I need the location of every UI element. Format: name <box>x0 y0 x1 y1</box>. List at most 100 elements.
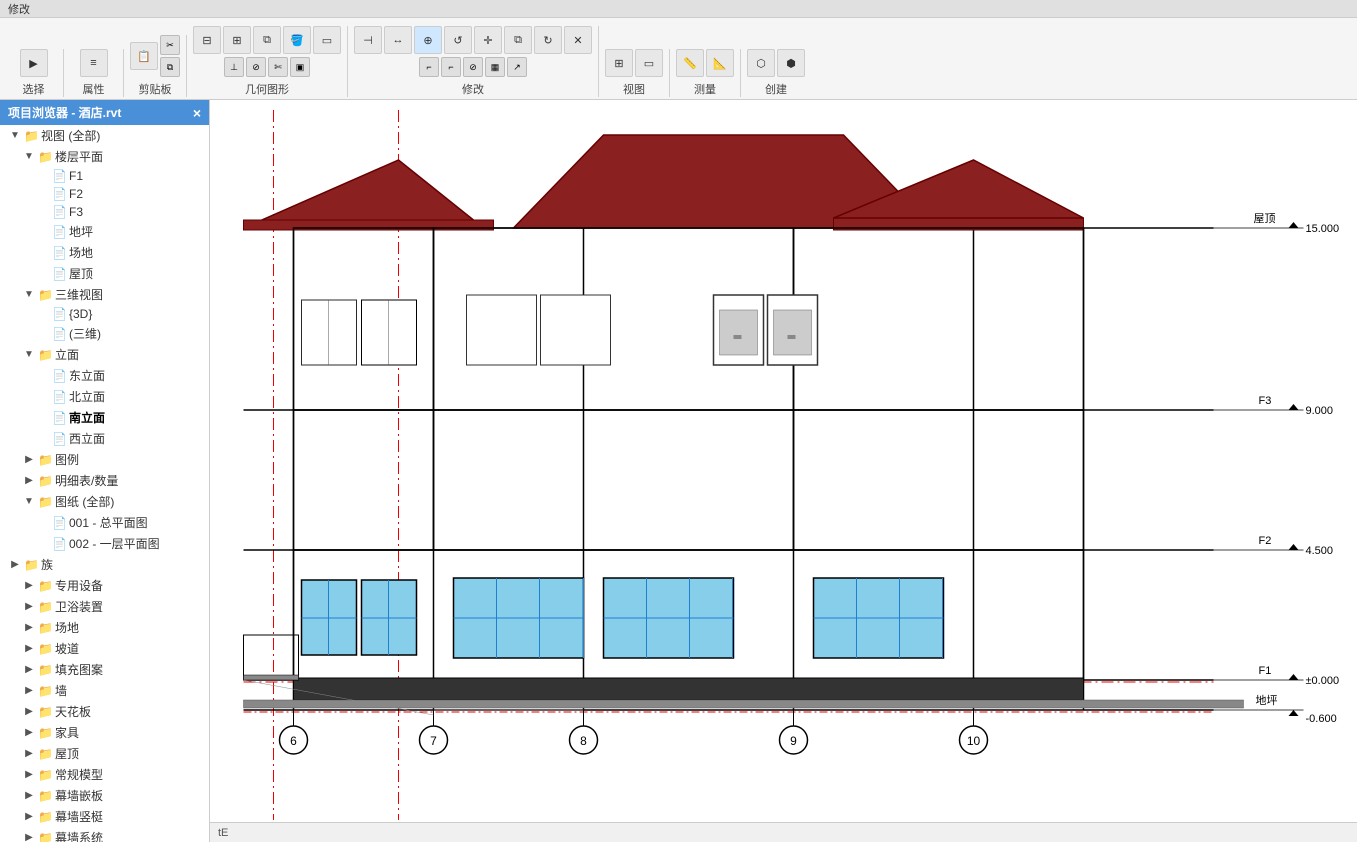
cut-geo-tool[interactable]: ✄ <box>268 57 288 77</box>
sidebar-item-ramp[interactable]: ▶📁坡道 <box>0 638 209 659</box>
offset-tool[interactable]: ↔ <box>384 26 412 54</box>
expand-icon-fill-pattern[interactable]: ▶ <box>22 663 36 677</box>
join-tool[interactable]: ⊞ <box>223 26 251 54</box>
expand-icon-schedules[interactable]: ▶ <box>22 474 36 488</box>
array-tool[interactable]: ▦ <box>485 57 505 77</box>
sidebar-item-ceiling[interactable]: ▶📁天花板 <box>0 701 209 722</box>
sidebar-item-west[interactable]: 📄西立面 <box>0 428 209 449</box>
statusbar-text: tE <box>218 827 228 839</box>
expand-icon-ramp[interactable]: ▶ <box>22 642 36 656</box>
expand-icon-special-equip[interactable]: ▶ <box>22 579 36 593</box>
copy-tool[interactable]: ⧉ <box>160 57 180 77</box>
sidebar-item-3d-three[interactable]: 📄(三维) <box>0 323 209 344</box>
rotate-tool[interactable]: ↻ <box>534 26 562 54</box>
delete-tool[interactable]: ✕ <box>564 26 592 54</box>
measure2-tool[interactable]: 📐 <box>706 49 734 77</box>
split-tool[interactable]: ⊘ <box>246 57 266 77</box>
sidebar-item-families[interactable]: ▶📁族 <box>0 554 209 575</box>
expand-icon-curtain-mullion[interactable]: ▶ <box>22 810 36 824</box>
leaf-icon: 📄 <box>52 369 66 383</box>
sidebar-item-3d[interactable]: 📄{3D} <box>0 305 209 323</box>
sidebar-item-curtain-panel[interactable]: ▶📁幕墙嵌板 <box>0 785 209 806</box>
select-tool[interactable]: ▶ <box>20 49 48 77</box>
create-tool[interactable]: ⬡ <box>747 49 775 77</box>
copy2-tool[interactable]: ⧉ <box>504 26 532 54</box>
align2-tool[interactable]: ⊥ <box>224 57 244 77</box>
sidebar-item-bathroom[interactable]: ▶📁卫浴装置 <box>0 596 209 617</box>
extend-tool[interactable]: ⌐ <box>441 57 461 77</box>
expand-icon-generic-model[interactable]: ▶ <box>22 768 36 782</box>
sidebar-item-roof[interactable]: 📄屋顶 <box>0 263 209 284</box>
trim-tool[interactable]: ⌐ <box>419 57 439 77</box>
sidebar-item-ground[interactable]: 📄地坪 <box>0 221 209 242</box>
expand-icon-3d-views[interactable]: ▼ <box>22 288 36 302</box>
paint-tool[interactable]: 🪣 <box>283 26 311 54</box>
sidebar-item-sheet-001[interactable]: 📄001 - 总平面图 <box>0 512 209 533</box>
folder-icon: 📁 <box>38 768 52 782</box>
wall-by-face-tool[interactable]: ▭ <box>313 26 341 54</box>
sidebar-item-curtain-mullion[interactable]: ▶📁幕墙竖梃 <box>0 806 209 827</box>
sidebar-item-sheet-002[interactable]: 📄002 - 一层平面图 <box>0 533 209 554</box>
mirror-pick-tool[interactable]: ⊕ <box>414 26 442 54</box>
expand-icon-roof2[interactable]: ▶ <box>22 747 36 761</box>
expand-icon-sheets[interactable]: ▼ <box>22 495 36 509</box>
expand-icon-ceiling[interactable]: ▶ <box>22 705 36 719</box>
sidebar-item-elevations[interactable]: ▼📁立面 <box>0 344 209 365</box>
sidebar-item-views[interactable]: ▼📁视图 (全部) <box>0 125 209 146</box>
drawing-canvas-area[interactable]: 15.000 屋顶 9.000 F3 4.500 F2 ±0.000 F1 <box>210 100 1357 842</box>
expand-icon-legends[interactable]: ▶ <box>22 453 36 467</box>
expand-icon-furniture[interactable]: ▶ <box>22 726 36 740</box>
paste-tool[interactable]: 📋 <box>130 42 158 70</box>
expand-icon-curtain-panel[interactable]: ▶ <box>22 789 36 803</box>
align-tool[interactable]: ⊣ <box>354 26 382 54</box>
expand-icon-site2[interactable]: ▶ <box>22 621 36 635</box>
svg-text:4.500: 4.500 <box>1306 545 1334 557</box>
sidebar-item-3d-views[interactable]: ▼📁三维视图 <box>0 284 209 305</box>
sidebar-item-special-equip[interactable]: ▶📁专用设备 <box>0 575 209 596</box>
view-tool[interactable]: ⊞ <box>605 49 633 77</box>
sidebar-item-floor-plans[interactable]: ▼📁楼层平面 <box>0 146 209 167</box>
sidebar-item-roof2[interactable]: ▶📁屋顶 <box>0 743 209 764</box>
view2-tool[interactable]: ▭ <box>635 49 663 77</box>
sidebar-item-fill-pattern[interactable]: ▶📁填充图案 <box>0 659 209 680</box>
sidebar-item-legends[interactable]: ▶📁图例 <box>0 449 209 470</box>
expand-icon-bathroom[interactable]: ▶ <box>22 600 36 614</box>
sidebar-item-sheets[interactable]: ▼📁图纸 (全部) <box>0 491 209 512</box>
sidebar-close-button[interactable]: × <box>193 105 201 121</box>
expand-icon-elevations[interactable]: ▼ <box>22 348 36 362</box>
join2-tool[interactable]: ▣ <box>290 57 310 77</box>
sidebar-item-wall[interactable]: ▶📁墙 <box>0 680 209 701</box>
scale-tool[interactable]: ↗ <box>507 57 527 77</box>
expand-icon-families[interactable]: ▶ <box>8 558 22 572</box>
sidebar-item-south[interactable]: 📄南立面 <box>0 407 209 428</box>
sidebar-item-site2[interactable]: ▶📁场地 <box>0 617 209 638</box>
sidebar-item-f1[interactable]: 📄F1 <box>0 167 209 185</box>
split-face-tool[interactable]: ⧉ <box>253 26 281 54</box>
toolbar-group-select: ▶ 选择 <box>4 49 64 97</box>
expand-icon-curtain-system[interactable]: ▶ <box>22 831 36 842</box>
sidebar-item-curtain-system[interactable]: ▶📁幕墙系统 <box>0 827 209 842</box>
cut-tool[interactable]: ✂ <box>160 35 180 55</box>
create2-tool[interactable]: ⬢ <box>777 49 805 77</box>
sidebar-item-label-wall: 墙 <box>55 682 67 699</box>
sidebar-item-f3[interactable]: 📄F3 <box>0 203 209 221</box>
sidebar-item-furniture[interactable]: ▶📁家具 <box>0 722 209 743</box>
connect-cut-tool[interactable]: ⊟ <box>193 26 221 54</box>
move-tool[interactable]: ✛ <box>474 26 502 54</box>
split2-tool[interactable]: ⊘ <box>463 57 483 77</box>
properties-tool[interactable]: ≡ <box>80 49 108 77</box>
measure-tool[interactable]: 📏 <box>676 49 704 77</box>
mirror-draw-tool[interactable]: ↺ <box>444 26 472 54</box>
sidebar-item-schedules[interactable]: ▶📁明细表/数量 <box>0 470 209 491</box>
sidebar-item-site[interactable]: 📄场地 <box>0 242 209 263</box>
sidebar-item-f2[interactable]: 📄F2 <box>0 185 209 203</box>
expand-icon-floor-plans[interactable]: ▼ <box>22 150 36 164</box>
sidebar-item-generic-model[interactable]: ▶📁常规模型 <box>0 764 209 785</box>
sidebar-item-north[interactable]: 📄北立面 <box>0 386 209 407</box>
expand-icon-views[interactable]: ▼ <box>8 129 22 143</box>
sidebar-item-east[interactable]: 📄东立面 <box>0 365 209 386</box>
tab-modify[interactable]: 修改 <box>8 1 30 17</box>
svg-text:6: 6 <box>290 734 297 748</box>
expand-icon-wall[interactable]: ▶ <box>22 684 36 698</box>
svg-text:15.000: 15.000 <box>1306 223 1340 235</box>
